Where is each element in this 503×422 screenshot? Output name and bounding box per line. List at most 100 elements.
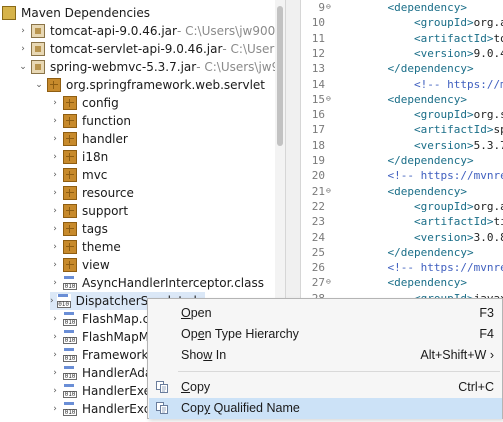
menu-open-type-hierarchy[interactable]: Open Type Hierarchy F4 xyxy=(149,324,502,345)
tree-item-mvc[interactable]: › mvc xyxy=(50,166,107,184)
tree-item-config[interactable]: › config xyxy=(50,94,119,112)
chevron-down-icon[interactable]: ⌄ xyxy=(18,58,28,76)
tree-item-i18n[interactable]: › i18n xyxy=(50,148,108,166)
menu-copy-qualified-name[interactable]: Copy Qualified Name xyxy=(149,398,502,419)
chevron-right-icon[interactable]: › xyxy=(50,274,60,292)
line-number: 18 xyxy=(311,138,325,152)
code-tag: <version> xyxy=(361,46,474,60)
code-line[interactable]: <version>5.3.7< xyxy=(361,139,503,152)
line-number: 22 xyxy=(311,199,325,213)
chevron-right-icon[interactable]: › xyxy=(50,112,60,130)
tree-item-spring-webmvc-5-3-7-jar[interactable]: ⌄ spring-webmvc-5.3.7.jar - C:\Users\jw9 xyxy=(18,58,279,76)
tree-item-view[interactable]: › view xyxy=(50,256,110,274)
code-tag: <artifactId> xyxy=(361,123,494,137)
code-text: tomc xyxy=(493,31,503,45)
code-line[interactable]: <dependency> xyxy=(361,93,466,106)
fold-collapse-icon[interactable]: ⊖ xyxy=(326,277,331,286)
code-line[interactable]: <!-- https://mvnrepo xyxy=(361,261,503,274)
tree-item-label: handler xyxy=(82,132,128,146)
code-text: 3.0.8< xyxy=(473,230,503,244)
code-line[interactable]: <dependency> xyxy=(361,276,466,289)
fold-collapse-icon[interactable]: ⊖ xyxy=(326,2,331,11)
tree-scrollbar-thumb[interactable] xyxy=(277,6,283,146)
fold-collapse-icon[interactable]: ⊖ xyxy=(326,94,331,103)
line-number: 16 xyxy=(311,108,325,122)
code-line[interactable]: <!-- https://mvnrepo xyxy=(361,169,503,182)
chevron-right-icon[interactable]: › xyxy=(50,256,60,274)
package-icon xyxy=(63,132,77,146)
menu-copy[interactable]: Copy Ctrl+C xyxy=(149,377,502,398)
tree-item-tomcat-api-9-0-46-jar[interactable]: › tomcat-api-9.0.46.jar - C:\Users\jw900 xyxy=(18,22,275,40)
fold-collapse-icon[interactable]: ⊖ xyxy=(326,186,331,195)
chevron-right-icon[interactable]: › xyxy=(50,292,54,310)
tree-item-label: function xyxy=(82,114,132,128)
chevron-right-icon[interactable]: › xyxy=(50,238,60,256)
context-menu: Open F3 Open Type Hierarchy F4 Show In Alt+Sh… xyxy=(147,298,503,419)
code-line[interactable]: </dependency> xyxy=(361,154,473,167)
chevron-right-icon[interactable]: › xyxy=(50,310,60,328)
code-tag: <artifactId> xyxy=(361,215,494,229)
line-number: 27 xyxy=(311,276,325,290)
menu-item-label: Show In xyxy=(181,345,226,366)
tree-item-resource[interactable]: › resource xyxy=(50,184,134,202)
tree-item-label: theme xyxy=(82,240,121,254)
tree-item-function[interactable]: › function xyxy=(50,112,131,130)
chevron-right-icon[interactable]: › xyxy=(50,202,60,220)
code-text: tile xyxy=(493,215,503,229)
code-line[interactable]: <groupId>org.spr xyxy=(361,108,503,121)
code-text: org.spr xyxy=(473,108,503,122)
code-line[interactable]: <groupId>org.apa xyxy=(361,16,503,29)
tree-item-asynchandlerinterceptor-class[interactable]: › 010 AsyncHandlerInterceptor.class xyxy=(50,274,264,292)
chevron-right-icon[interactable]: › xyxy=(50,400,60,418)
code-line[interactable]: </dependency> xyxy=(361,62,473,75)
chevron-right-icon[interactable]: › xyxy=(50,94,60,112)
tree-item-support[interactable]: › support xyxy=(50,202,128,220)
tree-item-tomcat-servlet-api-9-0-46-jar[interactable]: › tomcat-servlet-api-9.0.46.jar - C:\User… xyxy=(18,40,285,58)
tree-item-theme[interactable]: › theme xyxy=(50,238,121,256)
chevron-right-icon[interactable]: › xyxy=(50,148,60,166)
class-file-icon: 010 xyxy=(56,294,71,308)
tree-item-handler[interactable]: › handler xyxy=(50,130,128,148)
code-line[interactable]: <groupId>org.apa xyxy=(361,200,503,213)
code-line[interactable]: <dependency> xyxy=(361,185,466,198)
package-icon xyxy=(47,78,61,92)
code-line[interactable]: <artifactId>tile xyxy=(361,215,503,228)
chevron-right-icon[interactable]: › xyxy=(50,382,60,400)
code-tag: <groupId> xyxy=(361,108,474,122)
chevron-right-icon[interactable]: › xyxy=(50,220,60,238)
tree-root-maven-dependencies[interactable]: Maven Dependencies xyxy=(2,4,150,22)
menu-open[interactable]: Open F3 xyxy=(149,303,502,324)
line-number: 12 xyxy=(311,46,325,60)
code-comment: <!-- https://mvn xyxy=(413,77,503,91)
code-line[interactable]: <version>9.0.46< xyxy=(361,47,503,60)
chevron-right-icon[interactable]: › xyxy=(50,346,60,364)
menu-label-part: Sho xyxy=(181,348,204,362)
jar-icon xyxy=(31,42,45,56)
code-line[interactable]: <dependency> xyxy=(361,1,466,14)
line-number: 13 xyxy=(311,62,325,76)
chevron-right-icon[interactable]: › xyxy=(50,166,60,184)
code-line[interactable]: <artifactId>tomc xyxy=(361,32,503,45)
tree-item-label: config xyxy=(82,96,119,110)
class-file-icon: 010 xyxy=(63,366,77,380)
chevron-right-icon[interactable]: › xyxy=(50,184,60,202)
tree-item-org-springframework-web-servlet[interactable]: ⌄ org.springframework.web.servlet xyxy=(34,76,265,94)
chevron-right-icon[interactable]: › xyxy=(50,364,60,382)
menu-accelerator: F4 xyxy=(479,327,494,341)
code-line[interactable]: <version>3.0.8< xyxy=(361,231,503,244)
tree-item-label: i18n xyxy=(82,150,109,164)
chevron-down-icon[interactable]: ⌄ xyxy=(34,76,44,94)
tree-item-tags[interactable]: › tags xyxy=(50,220,108,238)
code-line[interactable]: <artifactId>spri xyxy=(361,123,503,136)
package-icon xyxy=(63,204,77,218)
line-number: 9 xyxy=(318,1,325,14)
chevron-right-icon[interactable]: › xyxy=(18,40,28,58)
menu-show-in[interactable]: Show In Alt+Shift+W › xyxy=(149,345,502,366)
menu-accelerator: F3 xyxy=(479,306,494,320)
code-line[interactable]: </dependency> xyxy=(361,246,473,259)
chevron-right-icon[interactable]: › xyxy=(50,328,60,346)
chevron-right-icon[interactable]: › xyxy=(18,22,28,40)
code-line[interactable]: <!-- https://mvn xyxy=(361,78,503,91)
class-file-icon: 010 xyxy=(63,348,77,362)
chevron-right-icon[interactable]: › xyxy=(50,130,60,148)
